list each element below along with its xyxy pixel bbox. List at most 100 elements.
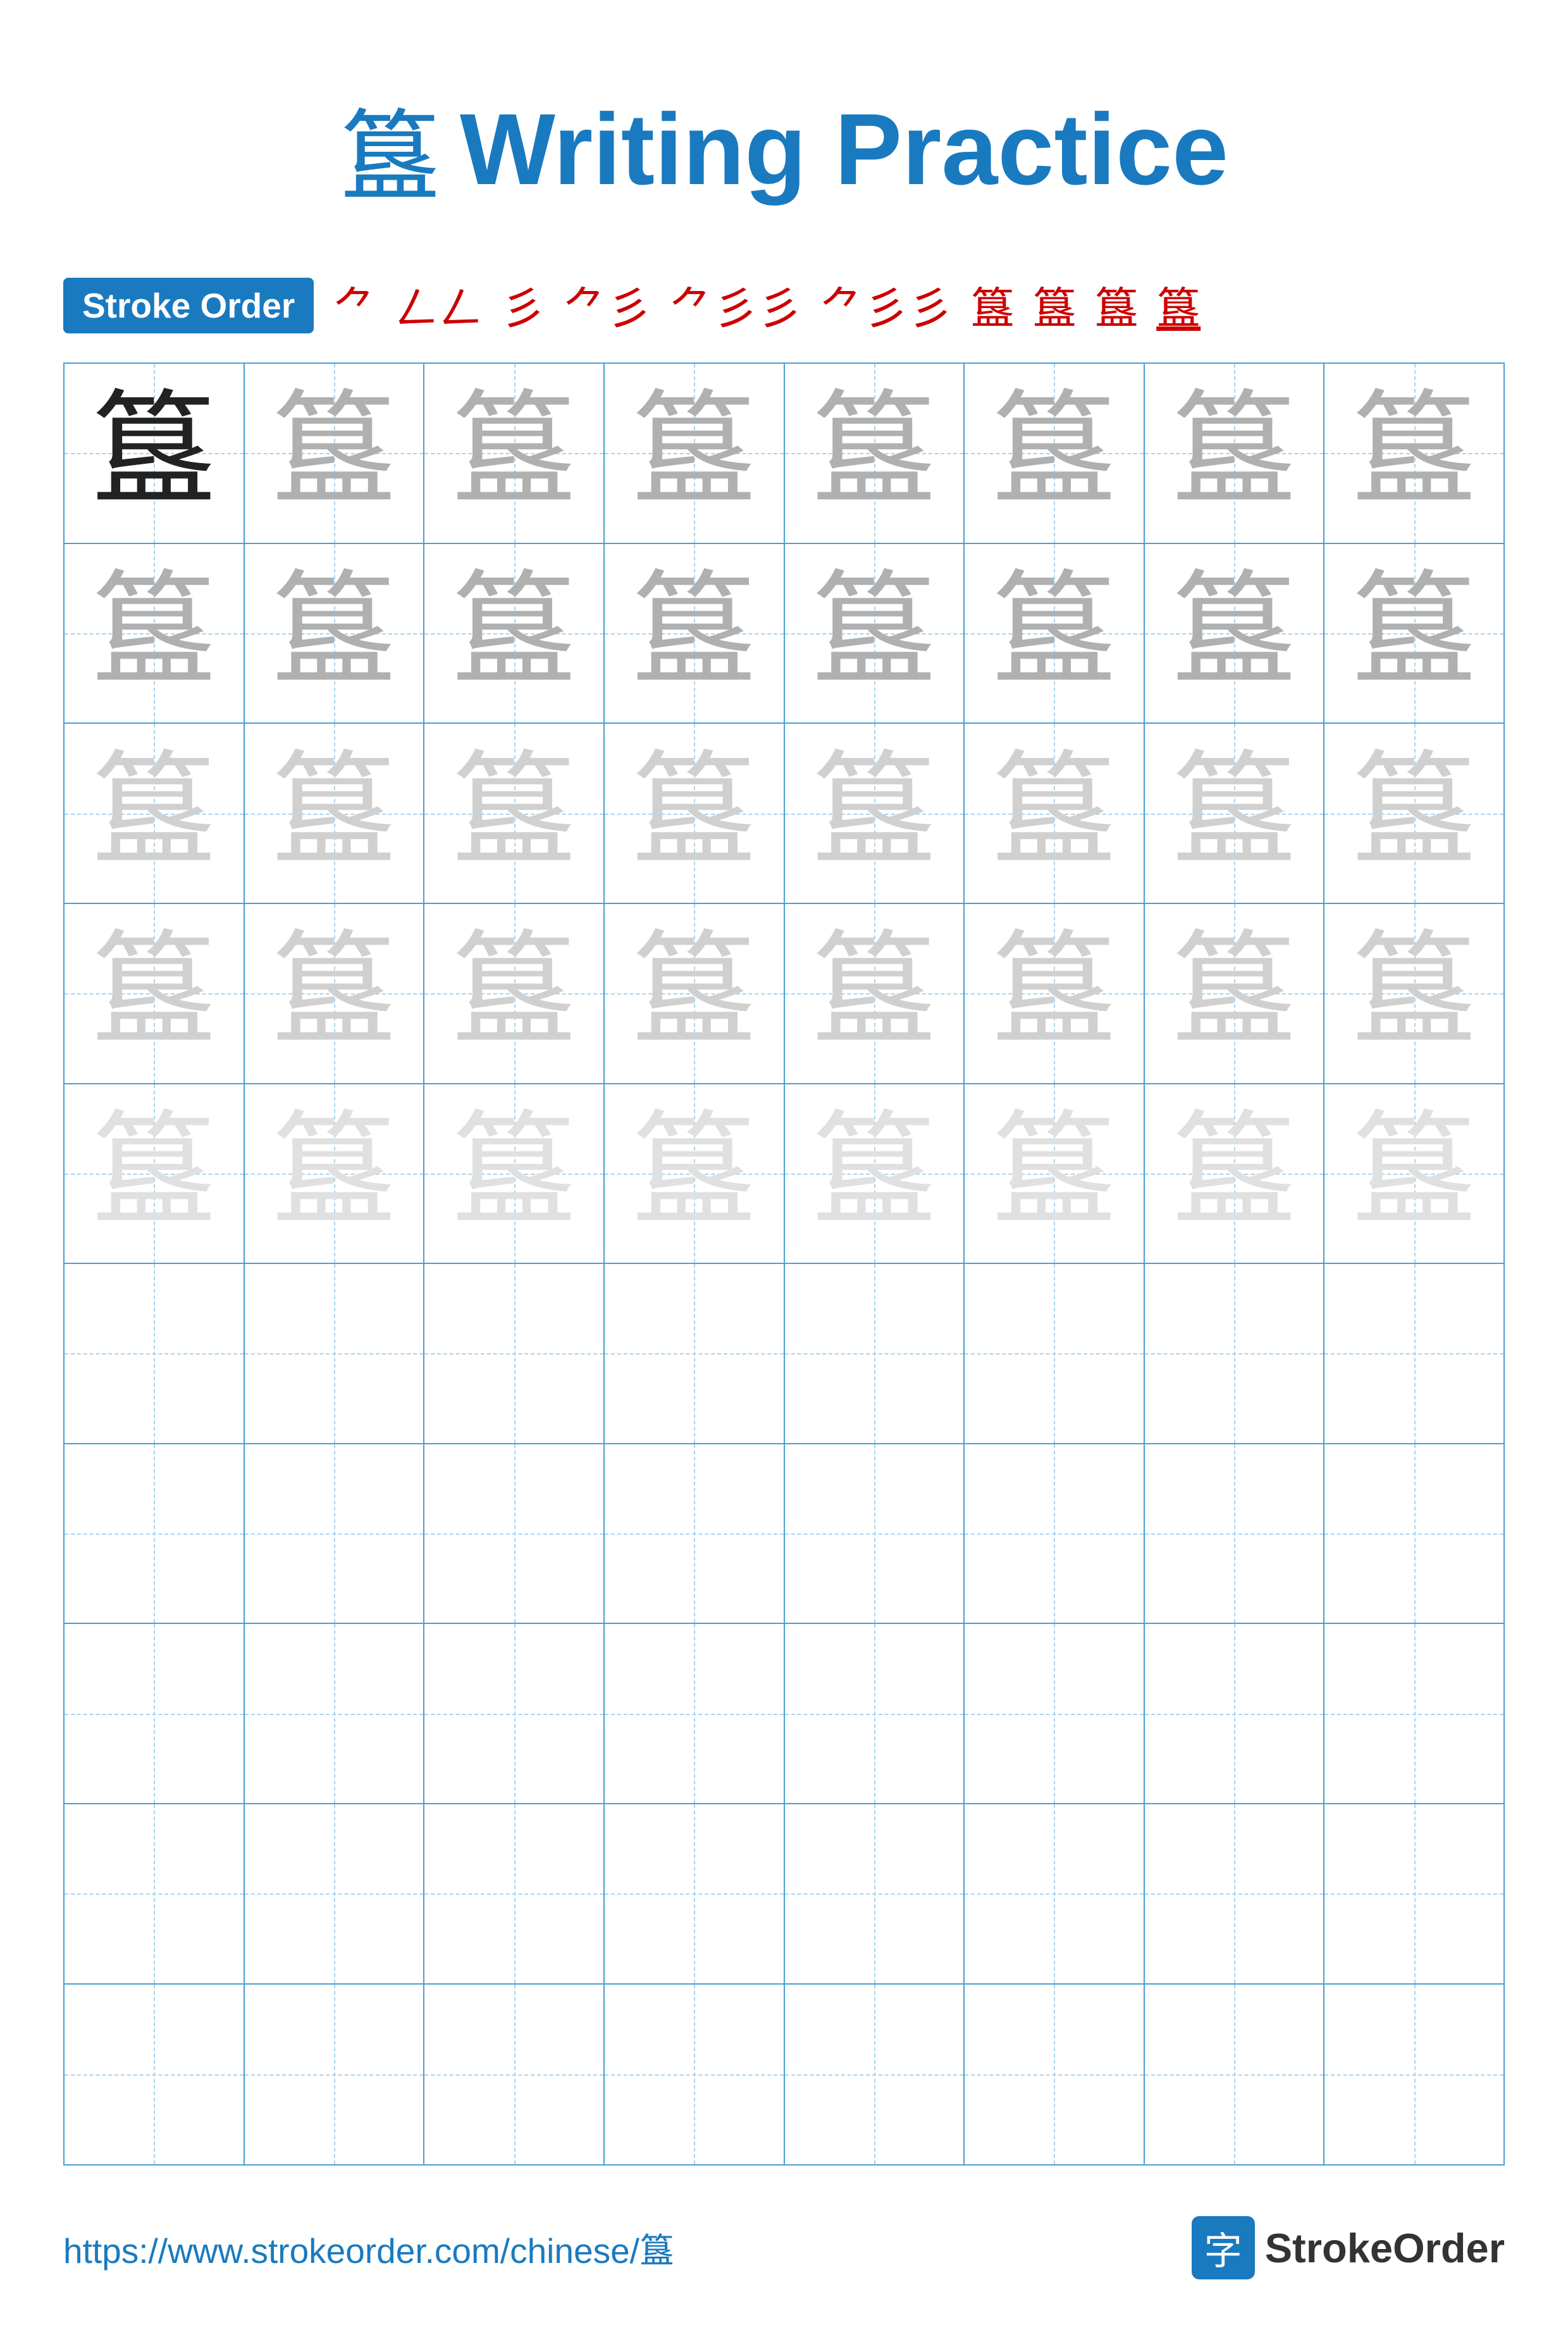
char-display: 簋 [991, 570, 1117, 697]
grid-cell-6-5 [785, 1264, 965, 1444]
char-display: 簋 [1351, 1110, 1478, 1237]
grid-cell-10-4 [605, 1985, 785, 2165]
char-display: 簋 [991, 930, 1117, 1057]
practice-grid: 簋 簋 簋 簋 簋 簋 簋 簋 簋 簋 簋 簋 簋 簋 簋 簋 簋 簋 簋 簋 … [63, 363, 1505, 2166]
stroke-step-6: ⺈彡彡 [820, 273, 953, 337]
char-display: 簋 [271, 930, 397, 1057]
grid-cell-1-7: 簋 [1145, 364, 1325, 544]
char-display: 簋 [271, 570, 397, 697]
char-display: 簋 [811, 1110, 937, 1237]
grid-cell-5-2: 簋 [245, 1084, 425, 1265]
grid-cell-5-3: 簋 [424, 1084, 605, 1265]
grid-cell-8-6 [965, 1624, 1145, 1804]
char-display: 簋 [631, 570, 757, 697]
grid-cell-8-7 [1145, 1624, 1325, 1804]
grid-cell-2-4: 簋 [605, 544, 785, 724]
grid-cell-4-8: 簋 [1324, 904, 1503, 1084]
grid-cell-4-1: 簋 [65, 904, 245, 1084]
grid-cell-6-3 [424, 1264, 605, 1444]
char-display: 簋 [991, 750, 1117, 877]
char-display: 簋 [631, 390, 757, 516]
grid-cell-4-4: 簋 [605, 904, 785, 1084]
char-display: 簋 [631, 1110, 757, 1237]
char-display: 簋 [1171, 570, 1297, 697]
grid-cell-3-8: 簋 [1324, 724, 1503, 904]
grid-cell-9-6 [965, 1804, 1145, 1985]
char-display: 簋 [811, 570, 937, 697]
char-display: 簋 [90, 570, 217, 697]
grid-cell-9-5 [785, 1804, 965, 1985]
char-display: 簋 [451, 570, 577, 697]
grid-cell-3-3: 簋 [424, 724, 605, 904]
grid-cell-5-7: 簋 [1145, 1084, 1325, 1265]
grid-cell-9-3 [424, 1804, 605, 1985]
stroke-step-10: 簋 [1156, 273, 1201, 337]
grid-cell-7-7 [1145, 1444, 1325, 1625]
grid-row-5: 簋 簋 簋 簋 簋 簋 簋 簋 [65, 1084, 1503, 1265]
grid-cell-8-3 [424, 1624, 605, 1804]
grid-cell-1-6: 簋 [965, 364, 1145, 544]
grid-cell-9-7 [1145, 1804, 1325, 1985]
char-display: 簋 [1351, 750, 1478, 877]
grid-cell-10-8 [1324, 1985, 1503, 2165]
stroke-step-8: 簋 [1032, 273, 1077, 337]
char-display: 簋 [811, 930, 937, 1057]
grid-cell-10-3 [424, 1985, 605, 2165]
grid-cell-8-5 [785, 1624, 965, 1804]
grid-cell-8-8 [1324, 1624, 1503, 1804]
grid-cell-10-2 [245, 1985, 425, 2165]
char-display: 簋 [631, 930, 757, 1057]
grid-cell-4-5: 簋 [785, 904, 965, 1084]
logo-text: StrokeOrder [1265, 2224, 1505, 2272]
grid-cell-4-2: 簋 [245, 904, 425, 1084]
title-area: 簋 Writing Practice [340, 76, 1228, 223]
grid-row-7 [65, 1444, 1503, 1625]
grid-cell-2-8: 簋 [1324, 544, 1503, 724]
stroke-step-4: ⺈彡 [563, 273, 651, 337]
stroke-step-5: ⺈彡彡 [669, 273, 802, 337]
grid-cell-3-5: 簋 [785, 724, 965, 904]
char-display: 簋 [90, 930, 217, 1057]
grid-cell-5-1: 簋 [65, 1084, 245, 1265]
logo-icon: 字 [1192, 2216, 1255, 2279]
grid-cell-3-2: 簋 [245, 724, 425, 904]
footer: https://www.strokeorder.com/chinese/簋 字 … [63, 2216, 1505, 2279]
char-display: 簋 [1171, 390, 1297, 516]
char-display: 簋 [1171, 930, 1297, 1057]
char-display: 簋 [451, 1110, 577, 1237]
grid-cell-7-4 [605, 1444, 785, 1625]
grid-cell-7-6 [965, 1444, 1145, 1625]
page: 簋 Writing Practice Stroke Order ⺈ 𠃋𠃋 彡 ⺈… [0, 0, 1568, 2330]
grid-cell-1-1: 簋 [65, 364, 245, 544]
char-display: 簋 [90, 1110, 217, 1237]
grid-cell-2-3: 簋 [424, 544, 605, 724]
char-display: 簋 [1351, 570, 1478, 697]
grid-cell-1-8: 簋 [1324, 364, 1503, 544]
stroke-step-9: 簋 [1094, 273, 1139, 337]
char-display: 簋 [271, 1110, 397, 1237]
grid-cell-9-8 [1324, 1804, 1503, 1985]
char-display: 簋 [991, 1110, 1117, 1237]
grid-cell-10-7 [1145, 1985, 1325, 2165]
char-display: 簋 [1351, 390, 1478, 516]
grid-cell-2-5: 簋 [785, 544, 965, 724]
grid-cell-4-6: 簋 [965, 904, 1145, 1084]
char-display: 簋 [451, 390, 577, 516]
grid-cell-7-2 [245, 1444, 425, 1625]
char-display: 簋 [631, 750, 757, 877]
grid-cell-7-1 [65, 1444, 245, 1625]
grid-cell-6-1 [65, 1264, 245, 1444]
grid-cell-7-3 [424, 1444, 605, 1625]
grid-cell-5-4: 簋 [605, 1084, 785, 1265]
grid-cell-3-6: 簋 [965, 724, 1145, 904]
char-display: 簋 [451, 750, 577, 877]
grid-cell-9-4 [605, 1804, 785, 1985]
grid-cell-7-8 [1324, 1444, 1503, 1625]
grid-row-10 [65, 1985, 1503, 2165]
stroke-order-badge: Stroke Order [63, 278, 314, 333]
grid-row-4: 簋 簋 簋 簋 簋 簋 簋 簋 [65, 904, 1503, 1084]
char-display: 簋 [1351, 930, 1478, 1057]
grid-cell-10-1 [65, 1985, 245, 2165]
footer-url[interactable]: https://www.strokeorder.com/chinese/簋 [63, 2222, 674, 2273]
grid-row-8 [65, 1624, 1503, 1804]
